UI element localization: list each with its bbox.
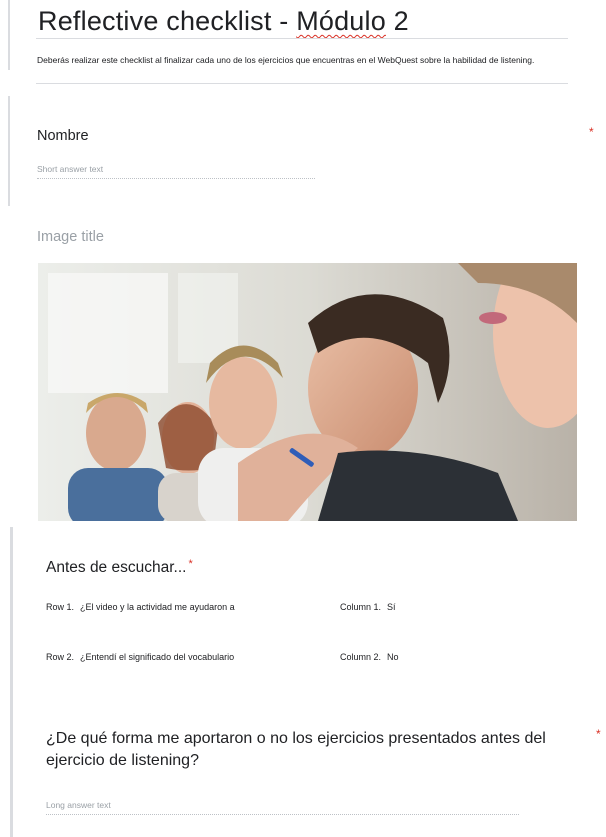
grid-question-title[interactable]: Antes de escuchar... * <box>46 558 193 577</box>
long-answer-field[interactable]: Long answer text <box>46 800 519 815</box>
nombre-question-title[interactable]: Nombre <box>37 128 89 144</box>
header-left-bar <box>8 0 10 70</box>
students-photo[interactable] <box>38 263 577 521</box>
grid-column-2[interactable]: Column 2. No <box>340 652 399 662</box>
nombre-question-bar <box>8 96 10 206</box>
form-title[interactable]: Reflective checklist - Módulo 2 <box>38 6 409 37</box>
form-title-prefix: Reflective checklist - <box>38 6 297 36</box>
form-title-highlight: Módulo <box>296 6 386 36</box>
grid-row-1-text: ¿El video y la actividad me ayudaron a <box>80 602 235 612</box>
title-divider <box>36 38 568 39</box>
grid-question-bar <box>10 527 13 837</box>
grid-question-title-text: Antes de escuchar... <box>46 559 187 576</box>
grid-column-1[interactable]: Column 1. Sí <box>340 602 396 612</box>
grid-required-mark: * <box>188 558 193 570</box>
grid-row-2-label: Row 2. <box>46 652 75 662</box>
long-required-mark: * <box>596 727 601 741</box>
image-title[interactable]: Image title <box>37 229 104 245</box>
grid-column-1-text: Sí <box>387 602 396 612</box>
grid-column-2-label: Column 2. <box>340 652 382 662</box>
form-title-suffix: 2 <box>385 6 409 36</box>
students-photo-illustration <box>38 263 577 521</box>
description-divider <box>36 83 568 84</box>
grid-column-2-text: No <box>387 652 399 662</box>
grid-row-2[interactable]: Row 2. ¿Entendí el significado del vocabu… <box>46 652 234 662</box>
nombre-short-answer-field[interactable]: Short answer text <box>37 164 315 179</box>
grid-row-2-text: ¿Entendí el significado del vocabulario <box>80 652 235 662</box>
nombre-required-mark: * <box>589 125 594 139</box>
form-description[interactable]: Deberás realizar este checklist al final… <box>37 55 577 66</box>
grid-column-1-label: Column 1. <box>340 602 382 612</box>
long-question-title[interactable]: ¿De qué forma me aportaron o no los ejer… <box>46 728 566 772</box>
grid-row-1-label: Row 1. <box>46 602 75 612</box>
grid-row-1[interactable]: Row 1. ¿El video y la actividad me ayudar… <box>46 602 235 612</box>
